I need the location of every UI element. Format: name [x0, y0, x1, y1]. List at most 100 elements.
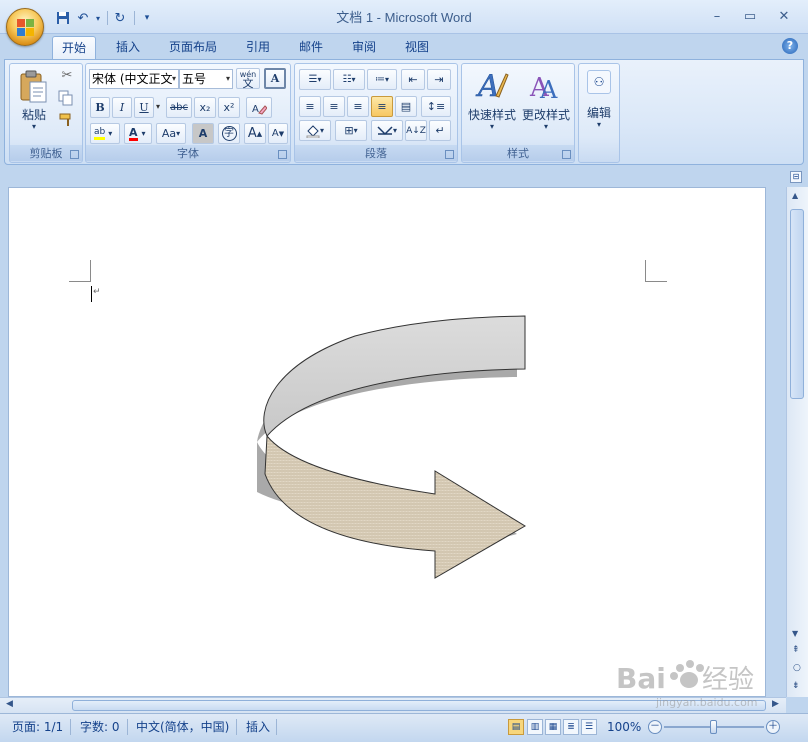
cut-icon[interactable]: ✂: [58, 68, 76, 86]
bold-button[interactable]: B: [90, 97, 110, 118]
bullets-button[interactable]: ☰ ▾: [299, 69, 331, 90]
vertical-scroll-thumb[interactable]: [790, 209, 804, 399]
grow-font-button[interactable]: A ▲: [244, 123, 266, 144]
chevron-down-icon: ▾: [353, 126, 358, 135]
underline-button[interactable]: U: [134, 97, 154, 118]
show-marks-button[interactable]: ↵: [429, 120, 451, 141]
tab-mailings[interactable]: 邮件: [290, 36, 332, 60]
multilevel-list-button[interactable]: ≔ ▾: [367, 69, 397, 90]
change-styles-button[interactable]: A A 更改样式 ▾: [519, 68, 573, 138]
font-size-combo[interactable]: 五号 ▾: [179, 69, 233, 89]
line-spacing-button[interactable]: ↕≡: [421, 96, 451, 117]
align-left-button[interactable]: ≡: [299, 96, 321, 117]
styles-group-label: 样式: [462, 145, 574, 161]
full-screen-reading-icon[interactable]: ▥: [527, 719, 543, 735]
font-name-combo[interactable]: 宋体 (中文正文 ▾: [89, 69, 179, 89]
svg-text:A: A: [475, 69, 500, 102]
tab-review[interactable]: 审阅: [343, 36, 385, 60]
document-page[interactable]: ↵: [8, 187, 766, 697]
corner-mark-top-left: [69, 260, 91, 282]
next-page-icon[interactable]: ⇟: [792, 681, 800, 691]
italic-button[interactable]: I: [112, 97, 132, 118]
quick-styles-button[interactable]: A 快速样式 ▾: [465, 68, 519, 138]
curved-arrow-shape[interactable]: [245, 314, 545, 594]
font-launcher-icon[interactable]: [278, 150, 287, 159]
close-button[interactable]: ✕: [771, 6, 797, 26]
select-browse-object-icon[interactable]: ○: [793, 663, 801, 673]
borders-button[interactable]: ⊞ ▾: [335, 120, 367, 141]
web-layout-icon[interactable]: ▦: [545, 719, 561, 735]
increase-indent-button[interactable]: ⇥: [427, 69, 451, 90]
editing-group: ⚇ 编辑 ▾: [578, 63, 620, 163]
font-color-button[interactable]: A ▾: [124, 123, 152, 144]
maximize-button[interactable]: ▭: [737, 6, 763, 26]
highlight-button[interactable]: ab ▾: [90, 123, 120, 144]
clear-formatting-button[interactable]: A: [246, 97, 272, 118]
outline-view-icon[interactable]: ≣: [563, 719, 579, 735]
office-button[interactable]: [6, 8, 44, 46]
tab-view[interactable]: 视图: [396, 36, 438, 60]
draft-view-icon[interactable]: ☰: [581, 719, 597, 735]
print-layout-view-icon[interactable]: ▤: [508, 719, 524, 735]
sort-button[interactable]: A↓Z: [405, 120, 427, 141]
font-group: 宋体 (中文正文 ▾ 五号 ▾ wén 文 A B I U ▾ abc x₂ x…: [85, 63, 291, 163]
zoom-level[interactable]: 100%: [607, 717, 641, 737]
subscript-button[interactable]: x₂: [194, 97, 216, 118]
editing-button[interactable]: ⚇ 编辑 ▾: [580, 68, 618, 158]
font-group-label: 字体: [86, 145, 290, 161]
styles-launcher-icon[interactable]: [562, 150, 571, 159]
superscript-button[interactable]: x²: [218, 97, 240, 118]
tab-references[interactable]: 引用: [237, 36, 279, 60]
svg-text:A: A: [539, 76, 558, 102]
enclose-characters-button[interactable]: 字: [218, 123, 240, 144]
change-styles-label: 更改样式: [521, 108, 570, 122]
scroll-up-icon[interactable]: ▲: [792, 191, 798, 200]
page-count[interactable]: 页面: 1/1: [12, 717, 63, 737]
change-styles-icon: A A: [529, 73, 558, 102]
tab-insert[interactable]: 插入: [107, 36, 149, 60]
underline-dropdown-icon[interactable]: ▾: [156, 102, 160, 111]
character-border-button[interactable]: A: [264, 68, 286, 89]
phonetic-guide-button[interactable]: wén 文: [236, 68, 260, 89]
character-shading-button[interactable]: A: [192, 123, 214, 144]
help-icon[interactable]: ?: [782, 38, 798, 54]
paragraph-launcher-icon[interactable]: [445, 150, 454, 159]
scroll-left-icon[interactable]: ◀: [6, 699, 13, 709]
align-center-button[interactable]: ≡: [323, 96, 345, 117]
justify-button[interactable]: ≡: [371, 96, 393, 117]
svg-text:A: A: [252, 104, 259, 115]
chinese-layout-button[interactable]: ▾: [371, 120, 403, 141]
grow-font-label: A: [247, 126, 257, 141]
numbering-button[interactable]: ☷ ▾: [333, 69, 365, 90]
shading-button[interactable]: ▾: [299, 120, 331, 141]
vertical-scrollbar[interactable]: ▲ ▼ ⇞ ○ ⇟: [786, 187, 808, 697]
copy-icon[interactable]: [58, 90, 76, 108]
zoom-slider-thumb[interactable]: [710, 720, 717, 734]
distributed-button[interactable]: ▤: [395, 96, 417, 117]
decrease-indent-button[interactable]: ⇤: [401, 69, 425, 90]
insert-mode-indicator[interactable]: 插入: [246, 717, 270, 737]
baidu-watermark-logo: Bai 经验 jingyan.baidu.com: [616, 650, 776, 720]
zoom-out-button[interactable]: －: [648, 720, 662, 734]
clipboard-launcher-icon[interactable]: [70, 150, 79, 159]
editing-label: 编辑: [586, 106, 611, 120]
change-case-button[interactable]: Aa ▾: [156, 123, 186, 144]
minimize-button[interactable]: –: [704, 6, 730, 26]
format-painter-icon[interactable]: [58, 112, 76, 130]
window-title: 文档 1 - Microsoft Word: [336, 10, 472, 25]
paste-button[interactable]: 粘贴 ▾: [16, 68, 52, 134]
chinese-layout-icon: [377, 125, 393, 135]
shrink-font-button[interactable]: A ▼: [268, 123, 288, 144]
language-indicator[interactable]: 中文(简体，中国): [136, 717, 229, 737]
align-right-button[interactable]: ≡: [347, 96, 369, 117]
zoom-in-button[interactable]: ＋: [766, 720, 780, 734]
strikethrough-button[interactable]: abc: [166, 97, 192, 118]
ruler-toggle-icon[interactable]: ⊟: [786, 165, 808, 187]
previous-page-icon[interactable]: ⇞: [792, 645, 800, 655]
styles-group: A 快速样式 ▾ A A 更改样式 ▾ 样式: [461, 63, 575, 163]
scroll-down-icon[interactable]: ▼: [792, 629, 798, 638]
tab-home[interactable]: 开始: [52, 36, 97, 60]
chevron-down-icon: ▾: [225, 74, 230, 83]
tab-page-layout[interactable]: 页面布局: [160, 36, 226, 60]
word-count[interactable]: 字数: 0: [80, 717, 120, 737]
